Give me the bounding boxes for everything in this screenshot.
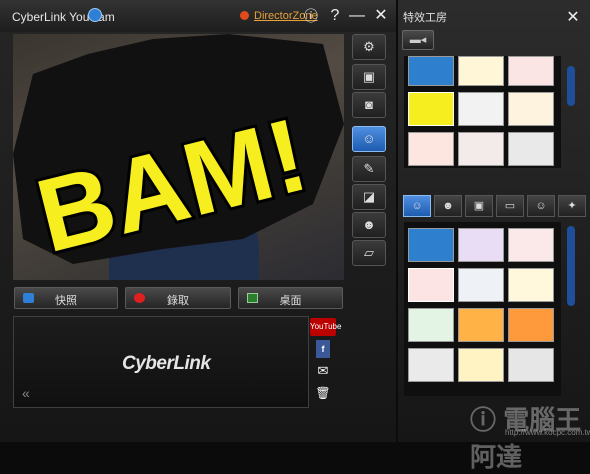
effect-item-wave[interactable] [508,132,554,166]
effect-item-opera-mask[interactable] [408,268,454,302]
info-button[interactable]: ⓘ [302,6,320,26]
main-window: CyberLink YouCam DirectorZone ⓘ ? — ✕ BA… [0,0,396,442]
media-library: CyberLink « [13,316,309,408]
watermark-url: http://www.kocpc.com.tw [505,428,590,437]
effect-item-bird[interactable] [458,92,504,126]
tab-scene[interactable]: ▭ [496,195,524,217]
effect-item-sparkle[interactable] [458,56,504,86]
bam-effect: BAM! [13,34,344,278]
effects-grid-bottom [404,222,561,396]
delete-icon[interactable]: 🗑 [310,384,336,402]
bottom-grid-scrollbar[interactable] [567,226,575,306]
top-grid-scrollbar[interactable] [567,66,575,106]
camera-preview: BAM! [13,34,344,280]
frame-tool[interactable]: ◪ [352,184,386,210]
effect-item-lips[interactable] [458,132,504,166]
effect-item-arrow-down[interactable] [408,228,454,262]
youtube-icon[interactable]: YouTube [310,318,341,336]
help-button[interactable]: ? [326,6,344,26]
minimize-button[interactable]: — [348,6,366,26]
tab-face[interactable]: ☺ [403,195,431,217]
record-label: 錄取 [167,295,189,307]
effect-item-devil[interactable] [508,228,554,262]
effect-item-flowers[interactable] [508,92,554,126]
effect-item-fire-2[interactable] [508,308,554,342]
effect-tabs: ☺ ☻ ▣ ▭ ☺ ✦ [403,195,586,219]
desktop-label: 桌面 [279,295,302,307]
facebook-icon[interactable]: f [316,340,330,358]
cyberlink-logo: CyberLink [122,353,211,374]
watermark: ⓘ 電腦王阿達 [470,405,582,472]
effects-tool[interactable]: ☺ [352,126,386,152]
camera-mode-button[interactable]: ▬◂ [402,30,434,50]
brush-tool[interactable]: ✎ [352,156,386,182]
surveillance-tool[interactable]: ◙ [352,92,386,118]
panel-title: 特效工房 [403,12,447,24]
eraser-tool[interactable]: ▱ [352,240,386,266]
directorzone-icon [240,11,249,20]
tab-avatar[interactable]: ☻ [434,195,462,217]
upload-icon[interactable] [88,8,102,22]
collapse-button[interactable]: « [22,385,30,401]
snapshot-button[interactable]: 快照 [14,287,118,309]
effect-item-police-cap[interactable] [508,348,554,382]
effect-item-arrow[interactable] [408,56,454,86]
display-tool[interactable]: ▣ [352,64,386,90]
effect-item-gas-mask[interactable] [408,348,454,382]
effect-item-party-hat[interactable] [458,348,504,382]
tab-emotion[interactable]: ☺ [527,195,555,217]
effect-item-fire[interactable] [458,308,504,342]
email-icon[interactable]: ✉ [310,362,336,380]
record-button[interactable]: 錄取 [125,287,231,309]
effect-item-question[interactable] [408,132,454,166]
close-button[interactable]: ✕ [372,6,390,26]
settings-tool[interactable]: ⚙ [352,34,386,60]
panel-close-button[interactable]: ✕ [564,8,582,28]
title-bar: CyberLink YouCam DirectorZone ⓘ ? — ✕ [0,0,396,32]
tab-frame[interactable]: ▣ [465,195,493,217]
effect-item-number[interactable] [508,56,554,86]
effect-item-bam[interactable] [408,92,454,126]
tab-magic[interactable]: ✦ [558,195,586,217]
effect-item-witch-hat[interactable] [458,228,504,262]
face-tool[interactable]: ☻ [352,212,386,238]
desktop-button[interactable]: 桌面 [238,287,343,309]
snapshot-label: 快照 [55,295,77,307]
effect-item-rain-cloud[interactable] [458,268,504,302]
effect-item-money[interactable] [408,308,454,342]
effects-grid-top [404,56,561,168]
effect-item-stars[interactable] [508,268,554,302]
